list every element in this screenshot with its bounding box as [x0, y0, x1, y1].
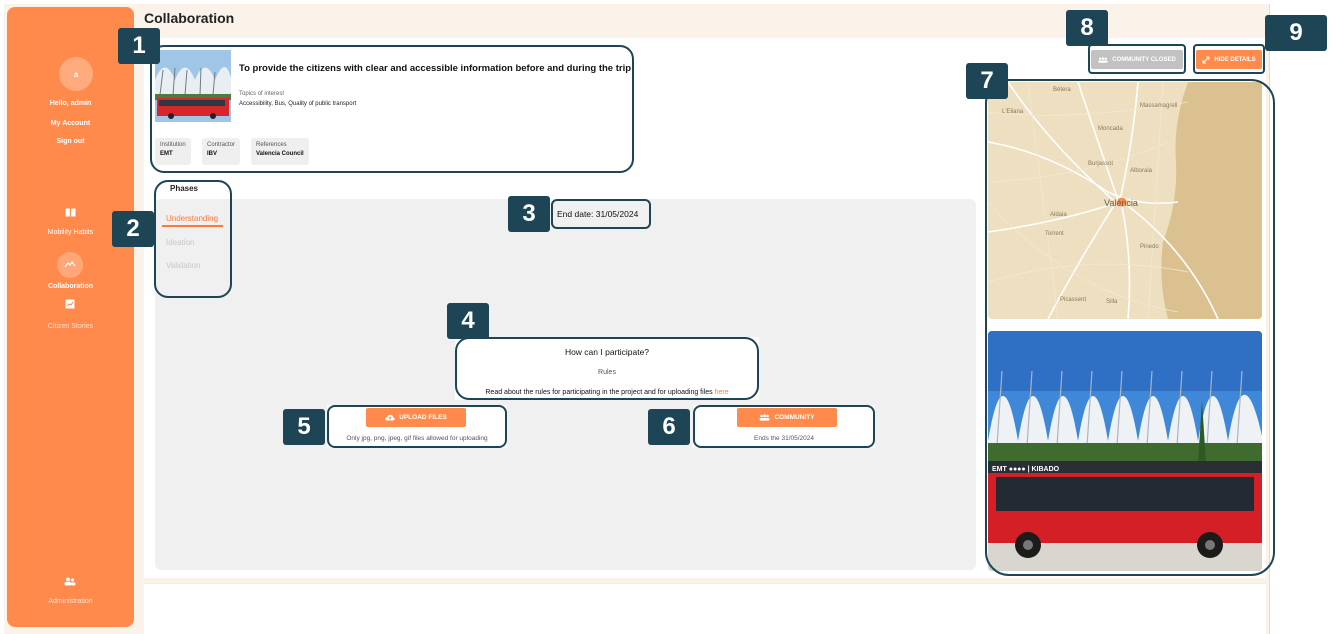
annotation-badge-1: 1: [118, 28, 160, 64]
avatar[interactable]: a: [59, 57, 93, 91]
sidebar-item-collaboration[interactable]: Collaboration: [7, 283, 134, 290]
annotation-badge-3: 3: [508, 196, 550, 232]
callout-community-closed: [1088, 44, 1186, 74]
annotation-badge-9: 9: [1265, 15, 1327, 51]
callout-participate: [455, 337, 759, 400]
annotation-badge-5: 5: [283, 409, 325, 445]
users-icon: [63, 575, 77, 587]
callout-end-date: [551, 199, 651, 229]
callout-media: [985, 79, 1275, 576]
bottom-strip: [144, 583, 1266, 634]
sign-out-link[interactable]: Sign out: [7, 138, 134, 145]
app-window: a Hello, admin My Account Sign out Mobil…: [0, 0, 1333, 634]
sidebar: a Hello, admin My Account Sign out Mobil…: [7, 7, 134, 627]
callout-phases: [154, 180, 232, 298]
greeting: Hello, admin: [49, 100, 92, 107]
callout-community: [693, 405, 875, 448]
annotation-badge-6: 6: [648, 409, 690, 445]
sidebar-item-administration[interactable]: Administration: [7, 598, 134, 605]
sidebar-item-citizen-stories[interactable]: Citizen Stories: [7, 323, 134, 330]
annotation-badge-7: 7: [966, 63, 1008, 99]
stories-icon: [63, 298, 77, 310]
callout-hide-details: [1193, 44, 1265, 74]
handshake-icon: [57, 252, 83, 278]
annotation-badge-4: 4: [447, 303, 489, 339]
book-icon: [63, 206, 77, 218]
annotation-badge-8: 8: [1066, 10, 1108, 46]
page-title: Collaboration: [144, 10, 235, 26]
callout-project-card: [150, 45, 634, 173]
callout-upload: [327, 405, 507, 448]
my-account-link[interactable]: My Account: [7, 120, 134, 127]
annotation-badge-2: 2: [112, 211, 154, 247]
